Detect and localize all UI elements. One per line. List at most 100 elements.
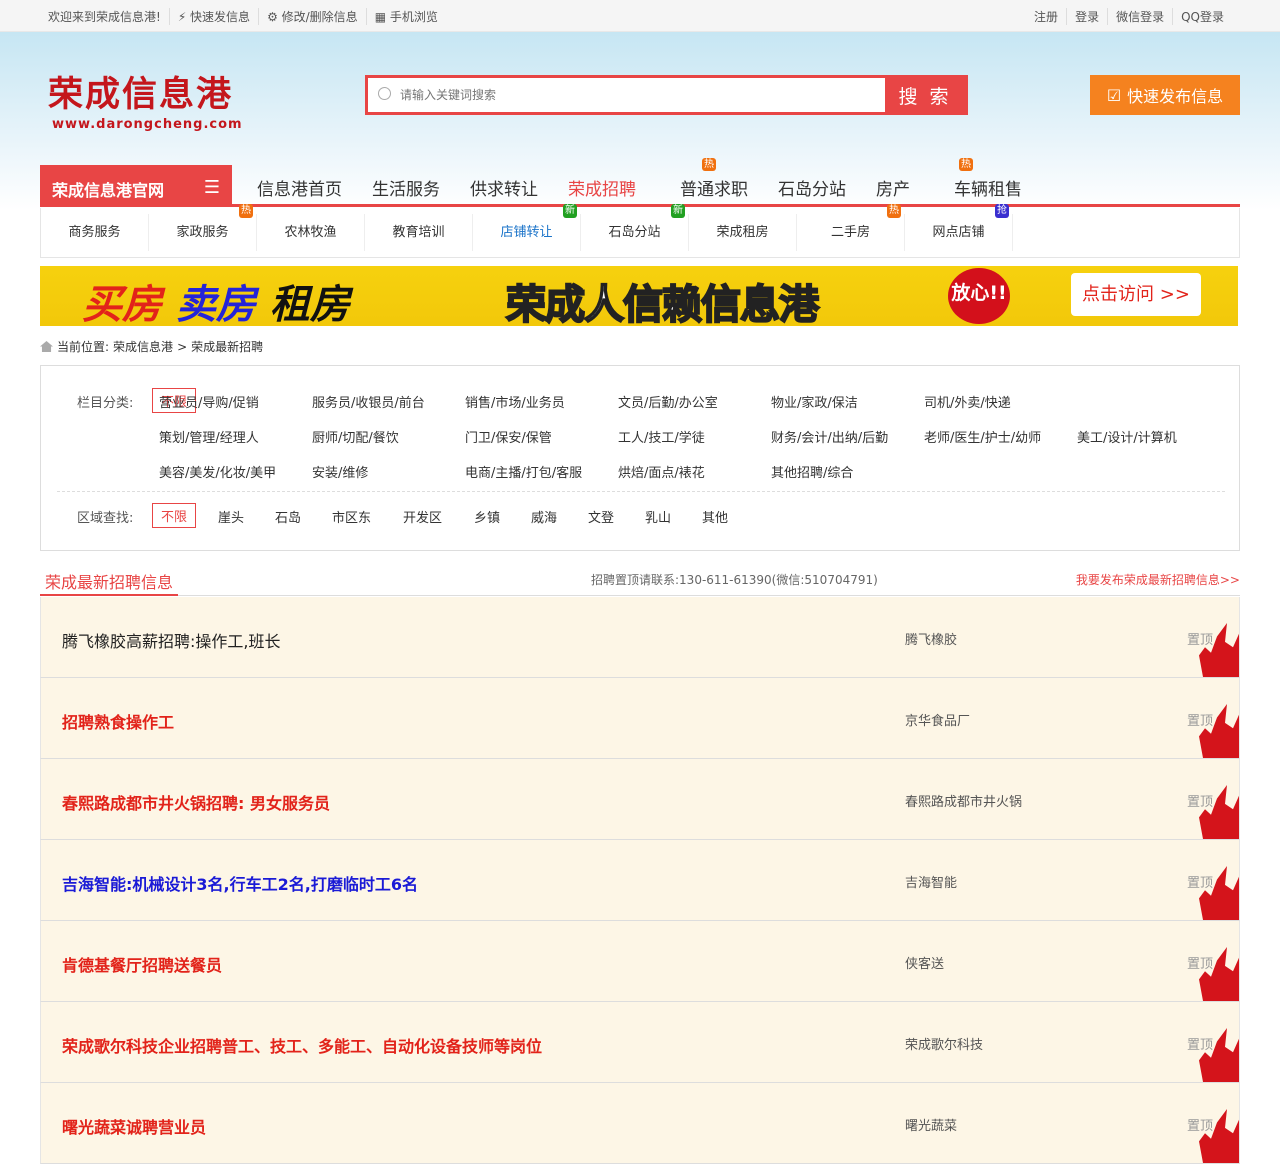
nav-item[interactable]: 信息港首页 (257, 175, 342, 200)
subnav-item[interactable]: 家政服务热 (149, 204, 257, 251)
subnav-item[interactable]: 农林牧渔 (257, 214, 365, 251)
area-option[interactable]: 崖头 (218, 507, 244, 526)
edit-delete-link[interactable]: ⚙ 修改/删除信息 (258, 8, 366, 25)
listing-title[interactable]: 春熙路成都市井火锅招聘: 男女服务员 (62, 790, 330, 814)
category-option[interactable]: 安装/维修 (312, 462, 368, 481)
nav-item[interactable]: 普通求职 (680, 175, 748, 200)
category-option[interactable]: 美工/设计/计算机 (1077, 427, 1177, 446)
nav-item[interactable]: 车辆租售 (954, 175, 1022, 200)
wechat-login-link[interactable]: 微信登录 (1107, 8, 1172, 25)
publish-button[interactable]: ☑ 快速发布信息 (1090, 75, 1240, 115)
area-option[interactable]: 乡镇 (474, 507, 500, 526)
category-option[interactable]: 老师/医生/护士/幼师 (924, 427, 1041, 446)
area-option[interactable]: 威海 (531, 507, 557, 526)
listing-row[interactable]: 吉海智能:机械设计3名,行车工2名,打磨临时工6名 吉海智能 置顶 (40, 840, 1240, 921)
area-option[interactable]: 开发区 (403, 507, 442, 526)
banner-visit-button[interactable]: 点击访问 >> (1071, 273, 1201, 316)
category-option[interactable]: 财务/会计/出纳/后勤 (771, 427, 888, 446)
badge-hot: 热 (959, 158, 973, 171)
listing-row[interactable]: 招聘熟食操作工 京华食品厂 置顶 (40, 678, 1240, 759)
listing-title[interactable]: 吉海智能:机械设计3名,行车工2名,打磨临时工6名 (62, 871, 418, 895)
category-option[interactable]: 电商/主播/打包/客服 (465, 462, 582, 481)
sub-nav: 商务服务 家政服务热农林牧渔 教育培训 店铺转让新石岛分站新荣成租房 二手房热网点店铺抢 (40, 204, 1240, 258)
listing-list: 腾飞橡胶高薪招聘:操作工,班长 腾飞橡胶 置顶 招聘熟食操作工 京华食品厂 置顶春熙路成都… (40, 597, 1240, 1164)
banner-buy-sell-rent: 买房 卖房 租房 (82, 272, 350, 326)
section-title: 荣成最新招聘信息 (40, 565, 179, 596)
badge-hot: 热 (887, 204, 901, 218)
listing-title[interactable]: 招聘熟食操作工 (62, 709, 174, 733)
listing-title[interactable]: 腾飞橡胶高薪招聘:操作工,班长 (62, 628, 280, 652)
listing-row[interactable]: 曙光蔬菜诚聘营业员 曙光蔬菜 置顶 (40, 1083, 1240, 1164)
category-option[interactable]: 文员/后勤/办公室 (618, 392, 718, 411)
subnav-item[interactable]: 二手房热 (797, 204, 905, 251)
category-option[interactable]: 门卫/保安/保管 (465, 427, 552, 446)
qq-login-link[interactable]: QQ登录 (1172, 8, 1232, 25)
listing-company: 春熙路成都市井火锅 (905, 795, 1023, 810)
breadcrumb: 当前位置: 荣成信息港 > 荣成最新招聘 (40, 338, 263, 355)
badge-new: 新 (563, 204, 577, 218)
listing-row[interactable]: 春熙路成都市井火锅招聘: 男女服务员 春熙路成都市井火锅 置顶 (40, 759, 1240, 840)
section-header: 荣成最新招聘信息 招聘置顶请联系:130-611-61390(微信:510704… (40, 565, 1240, 596)
subnav-item[interactable]: 网点店铺抢 (905, 204, 1013, 251)
banner-buy: 买房 (82, 282, 162, 326)
menu-icon[interactable]: ☰ (204, 177, 220, 198)
subnav-item[interactable]: 商务服务 (41, 214, 149, 251)
filter-panel: 栏目分类: 不限 区域查找: 不限 营业员/导购/促销 服务员/收银员/前台 销售/… (40, 365, 1240, 551)
category-option[interactable]: 服务员/收银员/前台 (312, 392, 425, 411)
search-button[interactable]: 搜 索 (885, 78, 965, 112)
listing-row[interactable]: 肯德基餐厅招聘送餐员 侠客送 置顶 (40, 921, 1240, 1002)
listing-title[interactable]: 荣成歌尔科技企业招聘普工、技工、多能工、自动化设备技师等岗位 (62, 1033, 542, 1057)
listing-company: 吉海智能 (905, 876, 958, 891)
category-option[interactable]: 烘焙/面点/裱花 (618, 462, 705, 481)
nav-item[interactable]: 供求转让 (470, 175, 538, 200)
area-option[interactable]: 市区东 (332, 507, 371, 526)
category-option[interactable]: 策划/管理/经理人 (159, 427, 259, 446)
category-option[interactable]: 美容/美发/化妆/美甲 (159, 462, 276, 481)
subnav-item[interactable]: 荣成租房 (689, 214, 797, 251)
banner-slogan: 荣成人信赖信息港 (505, 281, 820, 326)
pinned-label: 置顶 (1187, 876, 1214, 891)
subnav-item[interactable]: 教育培训 (365, 214, 473, 251)
area-option[interactable]: 石岛 (275, 507, 301, 526)
nav-item[interactable]: 生活服务 (372, 175, 440, 200)
banner-ad[interactable]: 买房 卖房 租房 荣成人信赖信息港 放心!! 点击访问 >> (40, 266, 1238, 326)
login-link[interactable]: 登录 (1066, 8, 1107, 25)
quick-post-link[interactable]: ⚡ 快速发信息 (168, 8, 258, 25)
category-option[interactable]: 厨师/切配/餐饮 (312, 427, 399, 446)
listing-row[interactable]: 荣成歌尔科技企业招聘普工、技工、多能工、自动化设备技师等岗位 荣成歌尔科技 置顶 (40, 1002, 1240, 1083)
breadcrumb-prefix: 当前位置: (57, 340, 110, 354)
category-option[interactable]: 物业/家政/保洁 (771, 392, 858, 411)
breadcrumb-home[interactable]: 荣成信息港 (113, 338, 173, 355)
search-input[interactable] (368, 78, 885, 112)
nav-item[interactable]: 石岛分站 (778, 175, 846, 200)
register-link[interactable]: 注册 (1034, 8, 1066, 25)
pinned-label: 置顶 (1187, 1038, 1214, 1053)
listing-title[interactable]: 曙光蔬菜诚聘营业员 (62, 1114, 206, 1138)
category-option[interactable]: 工人/技工/学徒 (618, 427, 705, 446)
logo[interactable]: 荣成信息港 www.darongcheng.com (48, 66, 243, 132)
listing-title[interactable]: 肯德基餐厅招聘送餐员 (62, 952, 222, 976)
banner-seal: 放心!! (948, 268, 1010, 324)
mobile-browse-link[interactable]: ▦ 手机浏览 (365, 8, 446, 25)
breadcrumb-current[interactable]: 荣成最新招聘 (191, 338, 263, 355)
nav-item[interactable]: 房产热 (876, 158, 973, 200)
nav-item[interactable]: 荣成招聘热 (568, 158, 716, 200)
area-all[interactable]: 不限 (152, 503, 197, 528)
category-option[interactable]: 销售/市场/业务员 (465, 392, 565, 411)
listing-row[interactable]: 腾飞橡胶高薪招聘:操作工,班长 腾飞橡胶 置顶 (40, 597, 1240, 678)
nav-home-official[interactable]: 荣成信息港官网 ☰ (40, 165, 232, 207)
subnav-item[interactable]: 石岛分站新 (581, 204, 689, 251)
top-bar: 欢迎来到荣成信息港! ⚡ 快速发信息 ⚙ 修改/删除信息 ▦ 手机浏览 注册 登… (0, 0, 1280, 32)
badge-hot: 热 (239, 204, 253, 218)
category-option[interactable]: 其他招聘/综合 (771, 462, 853, 481)
category-option[interactable]: 司机/外卖/快递 (924, 392, 1011, 411)
area-option[interactable]: 文登 (588, 507, 614, 526)
pinned-label: 置顶 (1187, 1119, 1214, 1134)
area-option[interactable]: 乳山 (645, 507, 671, 526)
subnav-item[interactable]: 店铺转让新 (473, 204, 581, 251)
category-option[interactable]: 营业员/导购/促销 (159, 392, 259, 411)
area-option[interactable]: 其他 (702, 507, 728, 526)
divider (57, 491, 1225, 492)
post-job-link[interactable]: 我要发布荣成最新招聘信息>> (1076, 571, 1240, 588)
main-nav: 荣成信息港官网 ☰ 信息港首页 生活服务 供求转让 荣成招聘热 普通求职 石岛分站 房产热车… (40, 158, 1240, 207)
